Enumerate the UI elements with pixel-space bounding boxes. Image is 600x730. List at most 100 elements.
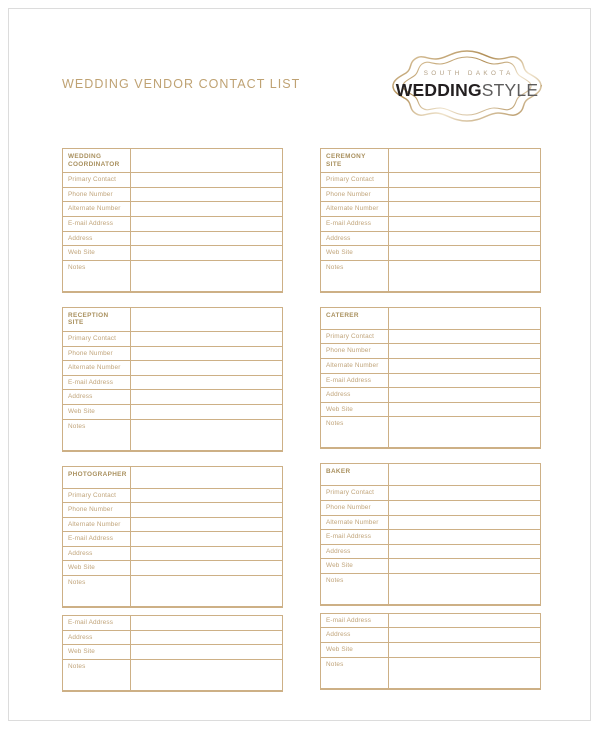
form-row-web-site: Web Site	[63, 561, 282, 577]
field-input-address[interactable]	[389, 545, 540, 559]
form-row-e-mail-address: E-mail Address	[63, 616, 282, 631]
field-input-ceremony-site[interactable]	[389, 149, 540, 172]
field-input-notes[interactable]	[131, 420, 282, 450]
field-label-alternate-number: Alternate Number	[321, 515, 389, 530]
vendor-column-left: WEDDING COORDINATOR Primary Contact Phone …	[62, 148, 283, 692]
field-label-web-site: Web Site	[63, 645, 131, 659]
form-row-e-mail-address: E-mail Address	[321, 613, 540, 629]
field-input-wedding-coordinator[interactable]	[131, 149, 282, 172]
form-row-web-site: Web Site	[321, 643, 540, 658]
field-label-alternate-number: Alternate Number	[321, 202, 389, 216]
form-row-phone-number: Phone Number	[321, 344, 540, 359]
form-row-primary-contact: Primary Contact	[321, 173, 540, 188]
field-input-phone-number[interactable]	[389, 501, 540, 515]
field-input-e-mail-address[interactable]	[389, 217, 540, 231]
vendor-block-ceremony-site: CEREMONY SITE Primary Contact Phone Number…	[320, 148, 541, 293]
field-label-primary-contact: Primary Contact	[63, 331, 131, 346]
field-input-alternate-number[interactable]	[131, 202, 282, 216]
field-label-alternate-number: Alternate Number	[63, 202, 131, 216]
form-row-baker: BAKER	[321, 464, 540, 487]
form-row-ceremony-site: CEREMONY SITE	[321, 149, 540, 174]
field-label-web-site: Web Site	[321, 402, 389, 417]
field-input-e-mail-address[interactable]	[389, 530, 540, 544]
form-row-address: Address	[321, 628, 540, 644]
field-input-web-site[interactable]	[131, 246, 282, 260]
field-input-notes[interactable]	[389, 574, 540, 604]
field-input-alternate-number[interactable]	[389, 359, 540, 373]
form-row-web-site: Web Site	[321, 246, 540, 261]
form-row-notes: Notes	[321, 657, 540, 689]
field-input-primary-contact[interactable]	[131, 332, 282, 346]
field-input-notes[interactable]	[389, 417, 540, 447]
field-input-photographer[interactable]	[131, 467, 282, 488]
field-input-address[interactable]	[389, 628, 540, 642]
field-label-notes: Notes	[63, 419, 131, 450]
field-input-notes[interactable]	[131, 576, 282, 606]
field-label-web-site: Web Site	[63, 561, 131, 576]
field-input-address[interactable]	[131, 547, 282, 561]
form-row-e-mail-address: E-mail Address	[63, 532, 282, 547]
field-input-address[interactable]	[131, 631, 282, 645]
field-input-address[interactable]	[389, 232, 540, 246]
field-input-baker[interactable]	[389, 464, 540, 485]
field-input-address[interactable]	[389, 388, 540, 402]
field-label-alternate-number: Alternate Number	[63, 361, 131, 375]
field-input-primary-contact[interactable]	[389, 173, 540, 187]
field-input-primary-contact[interactable]	[389, 330, 540, 344]
field-label-primary-contact: Primary Contact	[321, 486, 389, 500]
form-row-alternate-number: Alternate Number	[63, 361, 282, 376]
form-row-primary-contact: Primary Contact	[321, 329, 540, 345]
field-input-alternate-number[interactable]	[389, 516, 540, 530]
field-input-primary-contact[interactable]	[389, 486, 540, 500]
field-input-e-mail-address[interactable]	[131, 217, 282, 231]
field-input-e-mail-address[interactable]	[131, 532, 282, 546]
vendor-block-baker: BAKER Primary Contact Phone Number Alternat…	[320, 463, 541, 606]
field-input-web-site[interactable]	[131, 405, 282, 419]
field-label-e-mail-address: E-mail Address	[321, 530, 389, 544]
field-input-phone-number[interactable]	[131, 188, 282, 202]
field-input-alternate-number[interactable]	[131, 518, 282, 532]
form-row-alternate-number: Alternate Number	[321, 358, 540, 374]
field-label-caterer: CATERER	[321, 307, 389, 329]
field-label-e-mail-address: E-mail Address	[63, 616, 131, 630]
field-input-web-site[interactable]	[389, 559, 540, 573]
form-row-phone-number: Phone Number	[321, 187, 540, 203]
field-input-phone-number[interactable]	[131, 503, 282, 517]
field-input-notes[interactable]	[389, 261, 540, 291]
field-label-e-mail-address: E-mail Address	[63, 532, 131, 546]
field-input-primary-contact[interactable]	[131, 489, 282, 503]
vendor-block-reception-site: RECEPTION SITE Primary Contact Phone Numbe…	[62, 306, 283, 452]
field-label-address: Address	[63, 231, 131, 246]
field-input-notes[interactable]	[131, 660, 282, 690]
form-row-notes: Notes	[63, 419, 282, 451]
field-input-e-mail-address[interactable]	[131, 616, 282, 630]
field-input-e-mail-address[interactable]	[389, 374, 540, 388]
form-row-notes: Notes	[63, 576, 282, 608]
field-input-phone-number[interactable]	[389, 344, 540, 358]
field-input-alternate-number[interactable]	[389, 202, 540, 216]
field-input-phone-number[interactable]	[389, 188, 540, 202]
field-label-web-site: Web Site	[63, 246, 131, 260]
form-row-notes: Notes	[321, 417, 540, 449]
field-label-web-site: Web Site	[63, 404, 131, 419]
field-input-web-site[interactable]	[131, 645, 282, 659]
field-input-phone-number[interactable]	[131, 347, 282, 361]
field-input-web-site[interactable]	[131, 561, 282, 575]
field-input-address[interactable]	[131, 390, 282, 404]
field-input-e-mail-address[interactable]	[131, 376, 282, 390]
field-input-address[interactable]	[131, 232, 282, 246]
field-input-e-mail-address[interactable]	[389, 614, 540, 628]
field-input-primary-contact[interactable]	[131, 173, 282, 187]
form-row-e-mail-address: E-mail Address	[321, 216, 540, 232]
field-input-web-site[interactable]	[389, 643, 540, 657]
field-input-alternate-number[interactable]	[131, 361, 282, 375]
field-input-caterer[interactable]	[389, 308, 540, 329]
field-label-notes: Notes	[321, 573, 389, 604]
field-input-notes[interactable]	[131, 261, 282, 291]
field-label-primary-contact: Primary Contact	[321, 173, 389, 187]
field-input-web-site[interactable]	[389, 403, 540, 417]
field-input-reception-site[interactable]	[131, 308, 282, 331]
field-input-web-site[interactable]	[389, 246, 540, 260]
field-input-notes[interactable]	[389, 658, 540, 688]
